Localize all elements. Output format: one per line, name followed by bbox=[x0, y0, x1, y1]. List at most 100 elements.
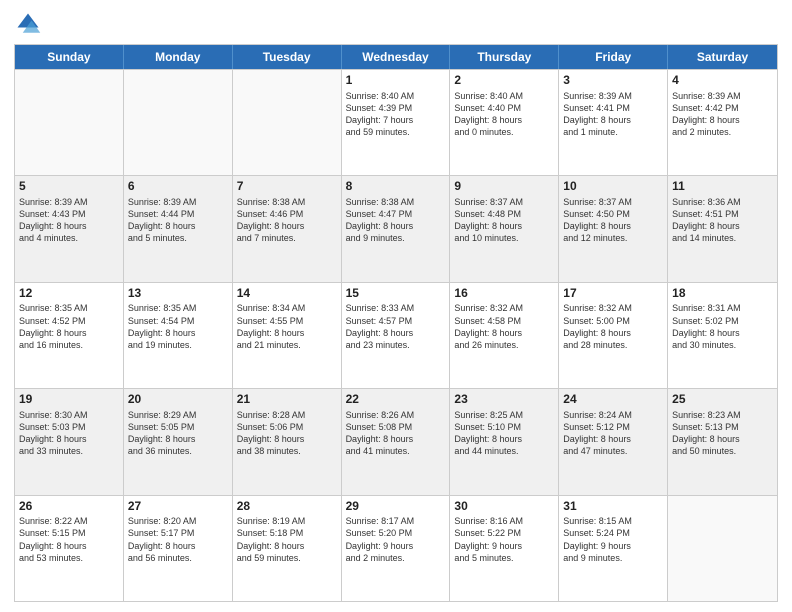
cal-cell-r2c0: 12Sunrise: 8:35 AMSunset: 4:52 PMDayligh… bbox=[15, 283, 124, 388]
cell-text-line: and 26 minutes. bbox=[454, 339, 554, 351]
cell-text-line: Sunset: 4:39 PM bbox=[346, 102, 446, 114]
cell-text-line: Sunset: 4:50 PM bbox=[563, 208, 663, 220]
cell-text-line: and 4 minutes. bbox=[19, 232, 119, 244]
calendar-header: SundayMondayTuesdayWednesdayThursdayFrid… bbox=[15, 45, 777, 69]
day-number: 16 bbox=[454, 286, 554, 302]
cell-text-line: Daylight: 8 hours bbox=[19, 540, 119, 552]
cell-text-line: and 53 minutes. bbox=[19, 552, 119, 564]
cell-text-line: Sunrise: 8:32 AM bbox=[563, 302, 663, 314]
cal-cell-r0c2 bbox=[233, 70, 342, 175]
day-number: 18 bbox=[672, 286, 773, 302]
cell-text-line: and 28 minutes. bbox=[563, 339, 663, 351]
day-number: 22 bbox=[346, 392, 446, 408]
cal-cell-r0c3: 1Sunrise: 8:40 AMSunset: 4:39 PMDaylight… bbox=[342, 70, 451, 175]
cal-cell-r1c6: 11Sunrise: 8:36 AMSunset: 4:51 PMDayligh… bbox=[668, 176, 777, 281]
cell-text-line: Daylight: 8 hours bbox=[563, 433, 663, 445]
cell-text-line: Daylight: 8 hours bbox=[454, 220, 554, 232]
cell-text-line: Daylight: 8 hours bbox=[346, 433, 446, 445]
cal-cell-r0c1 bbox=[124, 70, 233, 175]
cell-text-line: Sunrise: 8:38 AM bbox=[237, 196, 337, 208]
cell-text-line: Sunset: 4:55 PM bbox=[237, 315, 337, 327]
logo-icon bbox=[14, 10, 42, 38]
cell-text-line: Daylight: 8 hours bbox=[19, 433, 119, 445]
cell-text-line: Sunset: 5:05 PM bbox=[128, 421, 228, 433]
cell-text-line: Sunrise: 8:26 AM bbox=[346, 409, 446, 421]
cell-text-line: Sunset: 5:20 PM bbox=[346, 527, 446, 539]
cal-cell-r4c0: 26Sunrise: 8:22 AMSunset: 5:15 PMDayligh… bbox=[15, 496, 124, 601]
cell-text-line: Sunrise: 8:34 AM bbox=[237, 302, 337, 314]
cell-text-line: Sunrise: 8:30 AM bbox=[19, 409, 119, 421]
cell-text-line: Daylight: 8 hours bbox=[563, 327, 663, 339]
cell-text-line: Sunset: 5:08 PM bbox=[346, 421, 446, 433]
cal-cell-r1c2: 7Sunrise: 8:38 AMSunset: 4:46 PMDaylight… bbox=[233, 176, 342, 281]
cal-cell-r2c5: 17Sunrise: 8:32 AMSunset: 5:00 PMDayligh… bbox=[559, 283, 668, 388]
cell-text-line: and 30 minutes. bbox=[672, 339, 773, 351]
cell-text-line: Sunset: 5:18 PM bbox=[237, 527, 337, 539]
cal-cell-r3c4: 23Sunrise: 8:25 AMSunset: 5:10 PMDayligh… bbox=[450, 389, 559, 494]
cal-cell-r1c3: 8Sunrise: 8:38 AMSunset: 4:47 PMDaylight… bbox=[342, 176, 451, 281]
day-number: 23 bbox=[454, 392, 554, 408]
cell-text-line: Sunrise: 8:38 AM bbox=[346, 196, 446, 208]
calendar-row-2: 12Sunrise: 8:35 AMSunset: 4:52 PMDayligh… bbox=[15, 282, 777, 388]
cell-text-line: Daylight: 8 hours bbox=[454, 433, 554, 445]
cal-cell-r3c0: 19Sunrise: 8:30 AMSunset: 5:03 PMDayligh… bbox=[15, 389, 124, 494]
cal-cell-r3c3: 22Sunrise: 8:26 AMSunset: 5:08 PMDayligh… bbox=[342, 389, 451, 494]
header bbox=[14, 10, 778, 38]
cell-text-line: Sunrise: 8:40 AM bbox=[454, 90, 554, 102]
day-number: 19 bbox=[19, 392, 119, 408]
cell-text-line: Sunset: 4:52 PM bbox=[19, 315, 119, 327]
day-number: 6 bbox=[128, 179, 228, 195]
cell-text-line: Sunset: 5:15 PM bbox=[19, 527, 119, 539]
cell-text-line: Sunset: 5:12 PM bbox=[563, 421, 663, 433]
day-number: 10 bbox=[563, 179, 663, 195]
cell-text-line: and 33 minutes. bbox=[19, 445, 119, 457]
cell-text-line: and 7 minutes. bbox=[237, 232, 337, 244]
cell-text-line: Daylight: 8 hours bbox=[346, 220, 446, 232]
cell-text-line: and 59 minutes. bbox=[346, 126, 446, 138]
cell-text-line: Daylight: 8 hours bbox=[128, 540, 228, 552]
day-number: 29 bbox=[346, 499, 446, 515]
cell-text-line: Daylight: 8 hours bbox=[237, 220, 337, 232]
cell-text-line: Daylight: 8 hours bbox=[563, 220, 663, 232]
cell-text-line: Sunrise: 8:36 AM bbox=[672, 196, 773, 208]
cell-text-line: and 47 minutes. bbox=[563, 445, 663, 457]
cell-text-line: Sunrise: 8:28 AM bbox=[237, 409, 337, 421]
day-number: 31 bbox=[563, 499, 663, 515]
cell-text-line: and 21 minutes. bbox=[237, 339, 337, 351]
cell-text-line: and 41 minutes. bbox=[346, 445, 446, 457]
cell-text-line: Sunset: 4:41 PM bbox=[563, 102, 663, 114]
day-of-week-monday: Monday bbox=[124, 45, 233, 69]
cal-cell-r2c3: 15Sunrise: 8:33 AMSunset: 4:57 PMDayligh… bbox=[342, 283, 451, 388]
cell-text-line: and 9 minutes. bbox=[346, 232, 446, 244]
cal-cell-r4c2: 28Sunrise: 8:19 AMSunset: 5:18 PMDayligh… bbox=[233, 496, 342, 601]
calendar-row-1: 5Sunrise: 8:39 AMSunset: 4:43 PMDaylight… bbox=[15, 175, 777, 281]
day-number: 28 bbox=[237, 499, 337, 515]
day-number: 8 bbox=[346, 179, 446, 195]
cell-text-line: Daylight: 8 hours bbox=[128, 433, 228, 445]
day-of-week-friday: Friday bbox=[559, 45, 668, 69]
cell-text-line: Daylight: 8 hours bbox=[672, 433, 773, 445]
cell-text-line: and 59 minutes. bbox=[237, 552, 337, 564]
cal-cell-r3c1: 20Sunrise: 8:29 AMSunset: 5:05 PMDayligh… bbox=[124, 389, 233, 494]
cal-cell-r3c2: 21Sunrise: 8:28 AMSunset: 5:06 PMDayligh… bbox=[233, 389, 342, 494]
cell-text-line: Daylight: 8 hours bbox=[237, 433, 337, 445]
cal-cell-r0c5: 3Sunrise: 8:39 AMSunset: 4:41 PMDaylight… bbox=[559, 70, 668, 175]
day-number: 15 bbox=[346, 286, 446, 302]
day-of-week-tuesday: Tuesday bbox=[233, 45, 342, 69]
cell-text-line: Daylight: 8 hours bbox=[454, 327, 554, 339]
cell-text-line: Sunrise: 8:35 AM bbox=[128, 302, 228, 314]
cell-text-line: Sunset: 5:00 PM bbox=[563, 315, 663, 327]
day-number: 30 bbox=[454, 499, 554, 515]
cell-text-line: Sunrise: 8:15 AM bbox=[563, 515, 663, 527]
day-number: 3 bbox=[563, 73, 663, 89]
cell-text-line: Daylight: 7 hours bbox=[346, 114, 446, 126]
cell-text-line: Sunrise: 8:39 AM bbox=[19, 196, 119, 208]
cell-text-line: Sunset: 4:46 PM bbox=[237, 208, 337, 220]
cell-text-line: Sunrise: 8:37 AM bbox=[454, 196, 554, 208]
cal-cell-r0c6: 4Sunrise: 8:39 AMSunset: 4:42 PMDaylight… bbox=[668, 70, 777, 175]
day-number: 2 bbox=[454, 73, 554, 89]
cal-cell-r4c1: 27Sunrise: 8:20 AMSunset: 5:17 PMDayligh… bbox=[124, 496, 233, 601]
cell-text-line: Sunset: 5:17 PM bbox=[128, 527, 228, 539]
day-of-week-wednesday: Wednesday bbox=[342, 45, 451, 69]
day-number: 27 bbox=[128, 499, 228, 515]
